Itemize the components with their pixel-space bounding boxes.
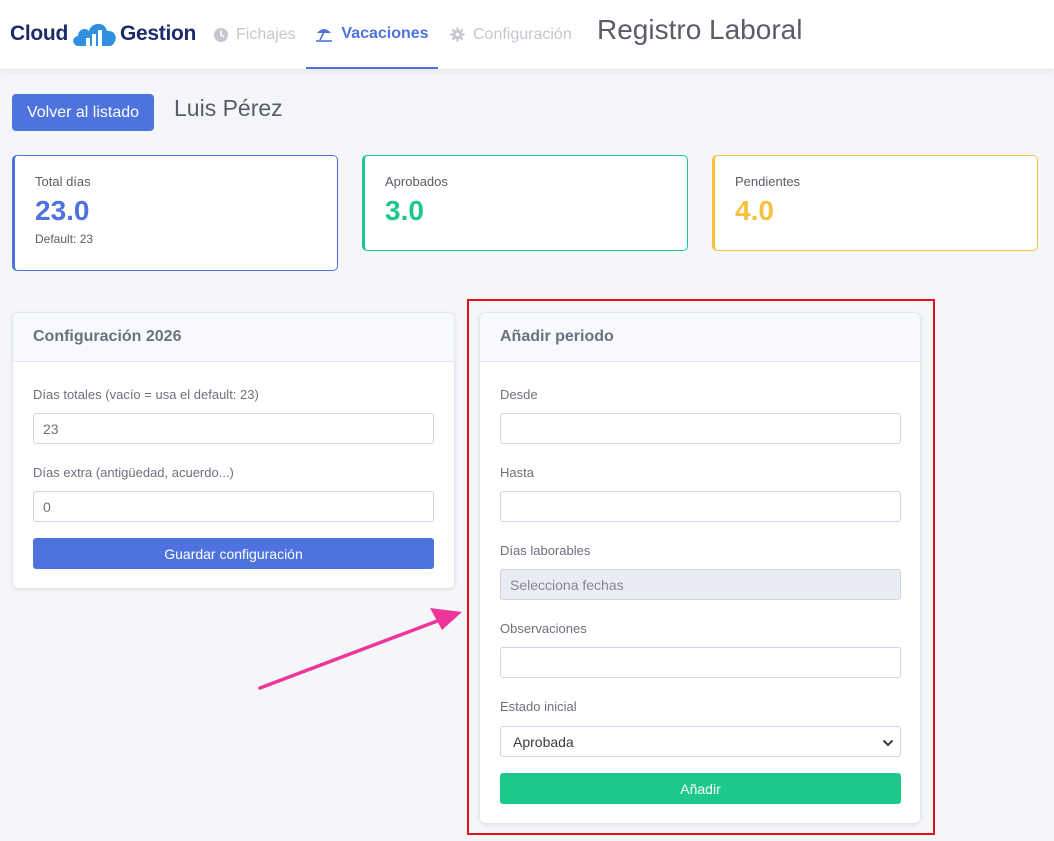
annotation-arrow-icon <box>258 608 462 690</box>
